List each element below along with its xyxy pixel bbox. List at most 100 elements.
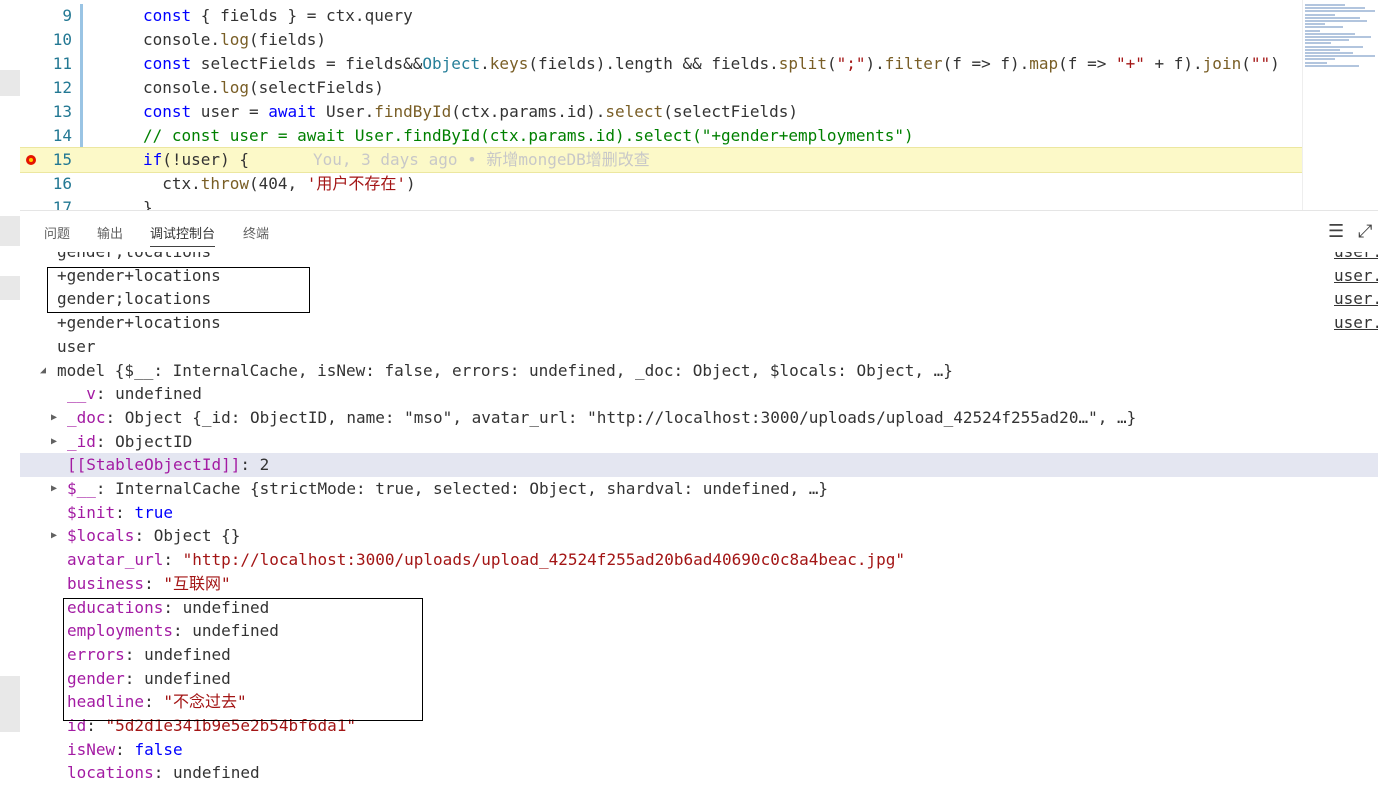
console-line[interactable]: gender;locations user.js (20, 252, 1378, 264)
panel-tab-bar: 问题 输出 调试控制台 终端 ☰ ⤢ (20, 210, 1378, 252)
console-line[interactable]: ▶ _doc: Object {_id: ObjectID, name: "mso… (20, 406, 1378, 430)
minimap[interactable] (1302, 0, 1378, 210)
object-property: business: "互联网" (67, 573, 231, 593)
line-number[interactable]: 11 (20, 52, 72, 76)
console-line[interactable]: avatar_url: "http://localhost:3000/uploa… (20, 548, 1378, 572)
line-number[interactable]: 12 (20, 76, 72, 100)
property-key: isNew (67, 739, 116, 759)
code-editor[interactable]: 9 const { fields } = ctx.query 10 console.l… (20, 0, 1302, 210)
property-key: _id (67, 431, 96, 451)
expand-arrow-icon[interactable]: ▶ (51, 524, 57, 548)
strip-item[interactable] (0, 676, 20, 732)
object-property: _doc: Object {_id: ObjectID, name: "mso"… (67, 407, 1137, 427)
minimap-line (1305, 26, 1343, 29)
minimap-line (1305, 52, 1353, 54)
highlight-box (63, 598, 423, 721)
line-number[interactable]: 16 (20, 172, 72, 196)
code-line[interactable]: 17} (20, 196, 1302, 210)
log-source-link[interactable]: user.js (1334, 264, 1378, 288)
minimap-line (1305, 20, 1367, 22)
tab-output[interactable]: 输出 (97, 223, 123, 242)
code-line[interactable]: 15 if(!user) {You, 3 days ago • 新增mongeDB… (20, 147, 1302, 173)
console-line[interactable]: $init: true (20, 501, 1378, 525)
property-key: __v (67, 384, 96, 404)
property-key: $init (67, 502, 116, 522)
minimap-line (1305, 7, 1365, 10)
object-property: $init: true (67, 502, 173, 522)
code-text: if(!user) {You, 3 days ago • 新增mongeDB增删… (143, 150, 650, 169)
minimap-line (1305, 55, 1375, 58)
log-source-link[interactable]: user.js (1334, 311, 1378, 335)
code-line[interactable]: 10 console.log(fields) (20, 28, 1302, 52)
expand-arrow-icon[interactable]: ▶ (51, 477, 57, 501)
breakpoint-icon[interactable] (26, 155, 36, 165)
line-number[interactable]: 10 (20, 28, 72, 52)
object-property: $__: InternalCache {strictMode: true, se… (67, 479, 828, 498)
line-number[interactable]: 13 (20, 100, 72, 124)
console-line[interactable]: user (20, 335, 1378, 359)
tab-problems[interactable]: 问题 (44, 223, 70, 242)
code-line[interactable]: 16 ctx.throw(404, '用户不存在') (20, 172, 1302, 196)
line-number[interactable]: 14 (20, 124, 72, 148)
minimap-line (1305, 64, 1359, 67)
code-line[interactable]: 13 const user = await User.findById(ctx.p… (20, 100, 1302, 124)
property-value: Object {_id: ObjectID, name: "mso", avat… (124, 407, 1137, 427)
tab-debug-console[interactable]: 调试控制台 (150, 223, 216, 247)
code-text: console.log(selectFields) (143, 78, 384, 97)
code-text: const { fields } = ctx.query (143, 6, 413, 25)
expanded-arrow-icon[interactable]: ◢ (40, 359, 46, 383)
strip-item[interactable] (0, 216, 20, 246)
object-property: __v: undefined (67, 384, 202, 404)
minimap-line (1305, 23, 1325, 26)
console-line[interactable]: ▶ $__: InternalCache {strictMode: true, s… (20, 477, 1378, 501)
collapse-panel-icon[interactable]: ⤢ (1358, 221, 1372, 242)
code-line[interactable]: 12 console.log(selectFields) (20, 76, 1302, 100)
expand-arrow-icon[interactable]: ▶ (51, 430, 57, 454)
property-key: avatar_url (67, 550, 164, 570)
console-line[interactable]: ▶ _id: ObjectID (20, 430, 1378, 454)
property-value: 2 (259, 455, 270, 475)
console-line[interactable]: ◢ model {$__: InternalCache, isNew: false… (20, 359, 1378, 383)
property-key: _doc (67, 407, 106, 427)
property-value: false (134, 739, 183, 759)
code-line[interactable]: 14 // const user = await User.findById(ct… (20, 124, 1302, 148)
log-source-link[interactable]: user.js (1334, 287, 1378, 311)
object-property: $locals: Object {} (67, 526, 241, 546)
clear-console-icon[interactable]: ☰ (1328, 221, 1344, 242)
code-line[interactable]: 9 const { fields } = ctx.query (20, 4, 1302, 28)
strip-item[interactable] (0, 276, 20, 300)
minimap-line (1305, 48, 1340, 51)
strip-item[interactable] (0, 70, 20, 96)
code-text: const selectFields = fields&&Object.keys… (143, 54, 1280, 73)
minimap-line (1305, 29, 1320, 32)
git-change-marker (80, 124, 83, 148)
property-value: true (134, 502, 173, 522)
activity-strip (0, 0, 20, 791)
console-line[interactable]: locations: undefined (20, 761, 1378, 785)
object-property: isNew: false (67, 739, 183, 759)
tab-terminal[interactable]: 终端 (243, 223, 269, 242)
console-line[interactable]: business: "互联网" (20, 572, 1378, 596)
minimap-line (1305, 36, 1371, 38)
property-value: Object {} (153, 526, 241, 546)
log-source-link[interactable]: user.js (1334, 252, 1378, 264)
code-line[interactable]: 11 const selectFields = fields&&Object.ke… (20, 52, 1302, 76)
git-change-marker (80, 76, 83, 100)
git-change-marker (80, 52, 83, 76)
minimap-line (1305, 4, 1345, 6)
console-line[interactable]: __v: undefined (20, 382, 1378, 406)
git-blame-annotation: You, 3 days ago • 新增mongeDB增删改查 (312, 150, 650, 169)
console-line[interactable]: ▶ $locals: Object {} (20, 524, 1378, 548)
console-line[interactable]: +gender+locations user.js (20, 311, 1378, 335)
line-number[interactable]: 17 (20, 196, 72, 210)
property-value: undefined (172, 763, 260, 783)
expand-arrow-icon[interactable]: ▶ (51, 406, 57, 430)
console-line[interactable]: isNew: false (20, 738, 1378, 762)
console-line[interactable]: [[StableObjectId]]: 2 (20, 453, 1378, 478)
minimap-line (1305, 39, 1349, 42)
git-change-marker (80, 28, 83, 52)
property-value: "http://localhost:3000/uploads/upload_42… (182, 550, 906, 570)
log-message: +gender+locations (57, 313, 221, 333)
object-preview: model {$__: InternalCache, isNew: false,… (57, 360, 953, 380)
line-number[interactable]: 9 (20, 4, 72, 28)
